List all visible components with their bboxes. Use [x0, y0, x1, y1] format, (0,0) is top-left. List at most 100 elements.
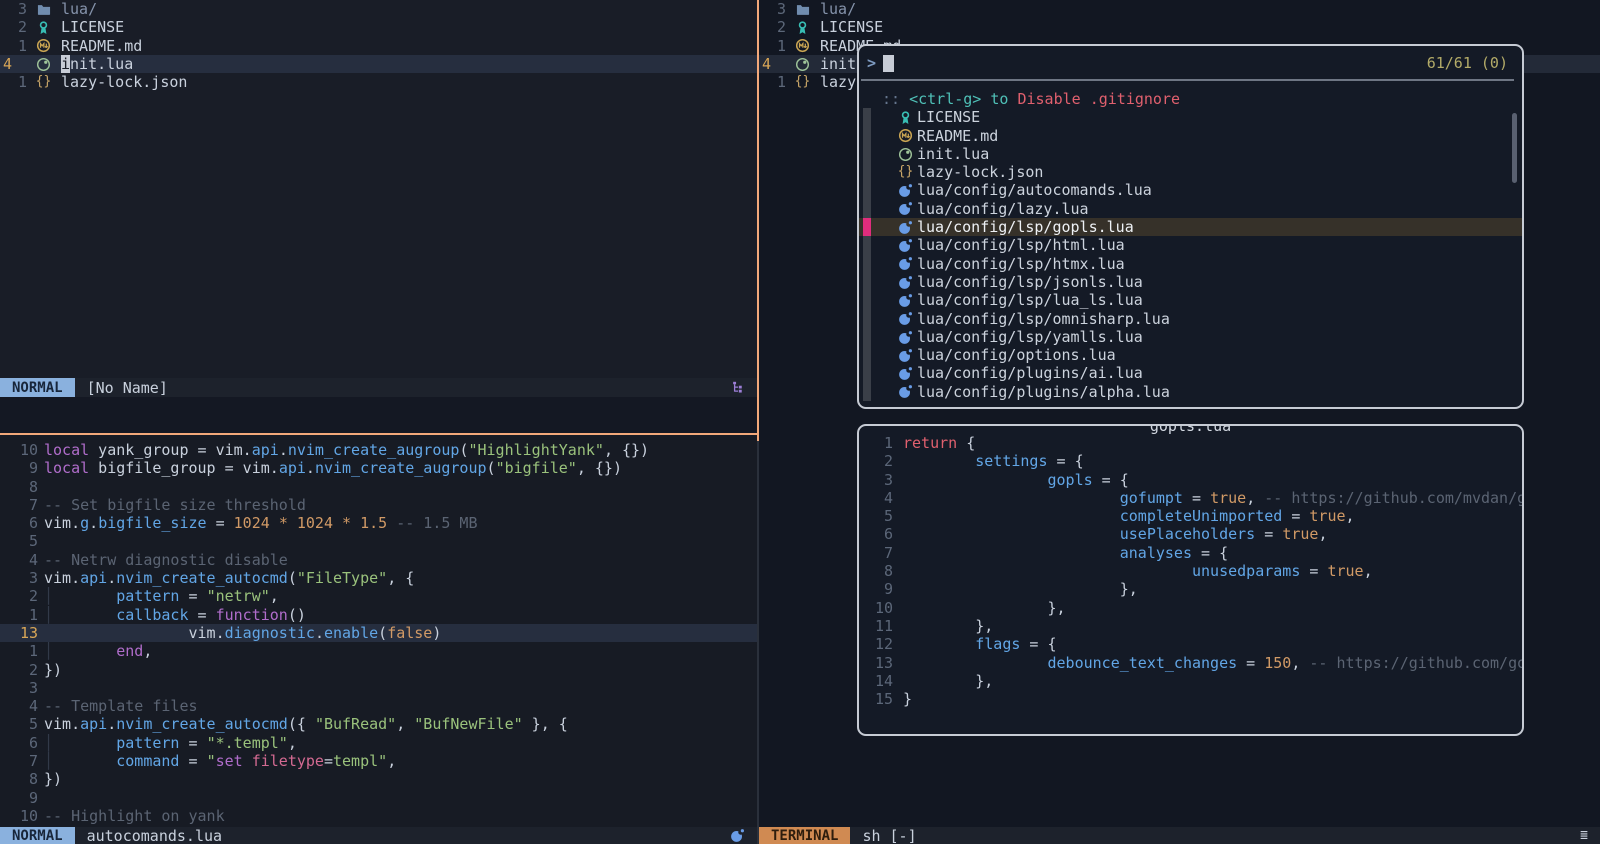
fzf-result-selected[interactable]: lua/config/lsp/gopls.lua — [859, 218, 1522, 236]
code-token: │ — [44, 587, 53, 605]
code-token: yank_group = vim. — [89, 441, 252, 459]
preview-line: 3 gopls = { — [859, 471, 1522, 489]
line-number: 3 — [0, 679, 44, 697]
file-name: init.lua — [61, 55, 133, 73]
code-line[interactable]: 1│ callback = function() — [0, 606, 757, 624]
fzf-result[interactable]: lua/config/lsp/lua_ls.lua — [859, 291, 1522, 309]
code-token: vim. — [44, 624, 225, 642]
line-number: 12 — [859, 635, 893, 653]
code-line[interactable]: 3 — [0, 679, 757, 697]
fzf-result[interactable]: {}lazy-lock.json — [859, 163, 1522, 181]
selection-marker — [863, 218, 871, 236]
file-row[interactable]: 1README.md — [0, 37, 757, 55]
code-token: = — [189, 606, 216, 624]
preview-line: 14 }, — [859, 672, 1522, 690]
file-row[interactable]: 4init.lua — [0, 55, 757, 73]
statusline-filename: autocomands.lua — [87, 827, 222, 844]
file-name: lazy-lock.json — [61, 73, 187, 91]
fzf-result[interactable]: init.lua — [859, 145, 1522, 163]
code-token: local — [44, 441, 89, 459]
fzf-result[interactable]: lua/config/plugins/ai.lua — [859, 364, 1522, 382]
preview-line: 2 settings = { — [859, 452, 1522, 470]
code-token: }, — [903, 617, 993, 635]
file-row[interactable]: 3lua/ — [759, 0, 1600, 18]
file-explorer-pane-left[interactable]: 3lua/2LICENSE1README.md4init.lua1{}lazy-… — [0, 0, 757, 378]
line-number: 2 — [859, 452, 893, 470]
code-line[interactable]: 4-- Netrw diagnostic disable — [0, 551, 757, 569]
code-token: gofumpt — [1120, 489, 1183, 507]
line-number: 5 — [0, 715, 44, 733]
code-line[interactable]: 4-- Template files — [0, 697, 757, 715]
tree-icon — [732, 381, 745, 394]
fzf-preview-popup: gopls.lua 1return {2 settings = {3 gopls… — [857, 424, 1524, 736]
line-number: 5 — [0, 532, 44, 550]
code-line[interactable]: 7│ command = "set filetype=templ", — [0, 752, 757, 770]
file-row[interactable]: 2LICENSE — [0, 18, 757, 36]
code-line[interactable]: 2│ pattern = "netrw", — [0, 587, 757, 605]
code-line[interactable]: 6vim.g.bigfile_size = 1024 * 1024 * 1.5 … — [0, 514, 757, 532]
line-number: 13 — [859, 654, 893, 672]
file-row[interactable]: 1{}lazy-lock.json — [0, 73, 757, 91]
file-row[interactable]: 3lua/ — [0, 0, 757, 18]
code-token: pattern — [116, 587, 179, 605]
code-editor-pane[interactable]: 10local yank_group = vim.api.nvim_create… — [0, 435, 757, 827]
code-token: "HighlightYank" — [468, 441, 603, 459]
code-line[interactable]: 1│ end, — [0, 642, 757, 660]
line-number: 1 — [0, 73, 27, 91]
fzf-result[interactable]: lua/config/plugins/alpha.lua — [859, 383, 1522, 401]
fzf-result[interactable]: lua/config/lsp/yamlls.lua — [859, 328, 1522, 346]
fzf-result[interactable]: README.md — [859, 127, 1522, 145]
code-token: { — [957, 434, 975, 452]
code-line[interactable]: 7-- Set bigfile size threshold — [0, 496, 757, 514]
json-icon: {} — [898, 163, 914, 181]
file-name: LICENSE — [917, 108, 980, 126]
code-line[interactable]: 6│ pattern = "*.templ", — [0, 734, 757, 752]
fzf-result[interactable]: lua/config/lsp/omnisharp.lua — [859, 310, 1522, 328]
code-token: bigfile_group = vim. — [89, 459, 279, 477]
line-number: 2 — [759, 18, 786, 36]
code-token: }) — [44, 661, 62, 679]
code-line[interactable]: 13 vim.diagnostic.enable(false) — [0, 624, 757, 642]
file-name: lua/config/lsp/omnisharp.lua — [917, 310, 1170, 328]
code-line[interactable]: 5 — [0, 532, 757, 550]
code-line[interactable]: 8 — [0, 478, 757, 496]
preview-line: 15} — [859, 690, 1522, 708]
code-line[interactable]: 9local bigfile_group = vim.api.nvim_crea… — [0, 459, 757, 477]
lua-init-icon — [898, 147, 913, 162]
lua-file-icon — [898, 366, 913, 381]
code-line[interactable]: 3vim.api.nvim_create_autocmd("FileType",… — [0, 569, 757, 587]
code-line[interactable]: 10local yank_group = vim.api.nvim_create… — [0, 441, 757, 459]
neovim-screen: 3lua/2LICENSE1README.md4init.lua1{}lazy-… — [0, 0, 1600, 844]
code-token: nvim_create_autocmd — [116, 715, 288, 733]
markdown-icon — [898, 128, 913, 143]
code-token: "*.templ" — [207, 734, 288, 752]
window-separator[interactable] — [757, 441, 759, 844]
fzf-result[interactable]: LICENSE — [859, 108, 1522, 126]
preview-line: 13 debounce_text_changes = 150, -- https… — [859, 654, 1522, 672]
code-line[interactable]: 2}) — [0, 661, 757, 679]
code-token: ) — [432, 624, 441, 642]
code-line[interactable]: 10-- Highlight on yank — [0, 807, 757, 825]
fzf-result[interactable]: lua/config/options.lua — [859, 346, 1522, 364]
code-token: }, { — [523, 715, 568, 733]
code-token: = — [179, 734, 206, 752]
code-line[interactable]: 9 — [0, 789, 757, 807]
code-token — [903, 471, 1048, 489]
fzf-prompt-row[interactable]: > 61/61 (0) — [859, 46, 1522, 76]
code-token: analyses — [1120, 544, 1192, 562]
fzf-result[interactable]: lua/config/lsp/html.lua — [859, 236, 1522, 254]
fzf-result[interactable]: lua/config/autocomands.lua — [859, 181, 1522, 199]
code-token: -- https://github.com/golang/ — [1300, 654, 1524, 672]
code-line[interactable]: 8}) — [0, 770, 757, 788]
fzf-scrollbar[interactable] — [1512, 113, 1517, 183]
code-line[interactable]: 5vim.api.nvim_create_autocmd({ "BufRead"… — [0, 715, 757, 733]
file-name: LICENSE — [61, 18, 124, 36]
preview-code: 1return {2 settings = {3 gopls = {4 gofu… — [859, 434, 1522, 708]
code-token: -- Template files — [44, 697, 198, 715]
fzf-result[interactable]: lua/config/lazy.lua — [859, 200, 1522, 218]
file-row[interactable]: 2LICENSE — [759, 18, 1600, 36]
fzf-result[interactable]: lua/config/lsp/jsonls.lua — [859, 273, 1522, 291]
mode-badge: NORMAL — [0, 827, 75, 844]
code-token: = — [324, 752, 333, 770]
fzf-result[interactable]: lua/config/lsp/htmx.lua — [859, 255, 1522, 273]
